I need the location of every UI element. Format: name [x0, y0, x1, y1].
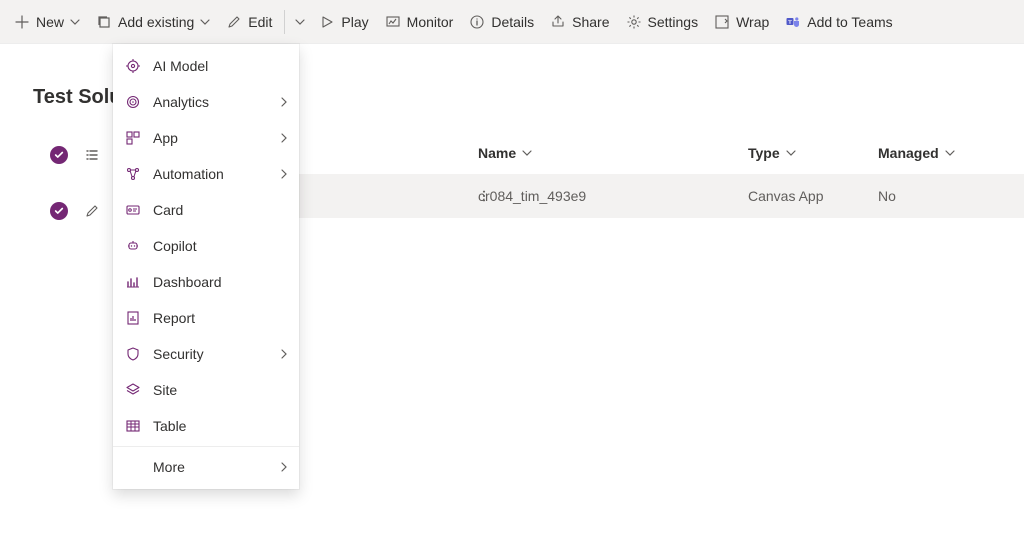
wrap-button[interactable]: Wrap — [706, 0, 777, 44]
info-icon — [469, 14, 485, 30]
settings-button[interactable]: Settings — [618, 0, 707, 44]
details-label: Details — [491, 14, 534, 30]
copilot-icon — [125, 238, 141, 254]
pencil-icon — [226, 14, 242, 30]
edit-button[interactable]: Edit — [218, 0, 280, 44]
menu-item-analytics[interactable]: Analytics — [113, 84, 299, 120]
share-label: Share — [572, 14, 609, 30]
menu-item-copilot[interactable]: Copilot — [113, 228, 299, 264]
plus-icon — [14, 14, 30, 30]
teams-icon: T — [785, 14, 801, 30]
chevron-right-icon — [279, 459, 289, 475]
cell-type: Canvas App — [748, 188, 824, 204]
menu-item-more[interactable]: More — [113, 449, 299, 485]
monitor-button[interactable]: Monitor — [377, 0, 462, 44]
toolbar-separator — [284, 10, 285, 34]
table-header: Name Type Managed — [298, 132, 1024, 174]
ai-model-icon — [125, 58, 141, 74]
play-icon — [319, 14, 335, 30]
report-icon — [125, 310, 141, 326]
chevron-down-icon — [945, 148, 955, 158]
cell-name: cr084_tim_493e9 — [478, 188, 586, 204]
command-bar: New Add existing Edit Play Monit — [0, 0, 1024, 44]
list-icon[interactable] — [84, 147, 100, 163]
analytics-icon — [125, 94, 141, 110]
add-existing-label: Add existing — [118, 14, 194, 30]
site-icon — [125, 382, 141, 398]
chevron-right-icon — [279, 94, 289, 110]
menu-item-automation[interactable]: Automation — [113, 156, 299, 192]
wrap-icon — [714, 14, 730, 30]
chevron-down-icon — [200, 17, 210, 27]
automation-icon — [125, 166, 141, 182]
card-icon — [125, 202, 141, 218]
menu-divider — [113, 446, 299, 447]
app-icon — [125, 130, 141, 146]
page-title: Test Solu — [33, 86, 122, 109]
menu-item-site[interactable]: Site — [113, 372, 299, 408]
menu-item-ai-model[interactable]: AI Model — [113, 48, 299, 84]
monitor-icon — [385, 14, 401, 30]
menu-item-table[interactable]: Table — [113, 408, 299, 444]
chevron-right-icon — [279, 130, 289, 146]
table-icon — [125, 418, 141, 434]
menu-item-security[interactable]: Security — [113, 336, 299, 372]
table-row[interactable]: cr084_tim_493e9 Canvas App No — [298, 174, 1024, 218]
objects-table: Name Type Managed cr084_tim_493e9 Canvas… — [298, 132, 1024, 218]
chevron-down-icon — [70, 17, 80, 27]
row-select-gutter — [50, 140, 100, 226]
edit-label: Edit — [248, 14, 272, 30]
add-to-teams-button[interactable]: T Add to Teams — [777, 0, 900, 44]
dashboard-icon — [125, 274, 141, 290]
add-to-teams-label: Add to Teams — [807, 14, 892, 30]
menu-item-card[interactable]: Card — [113, 192, 299, 228]
settings-label: Settings — [648, 14, 699, 30]
add-existing-button[interactable]: Add existing — [88, 0, 218, 44]
share-button[interactable]: Share — [542, 0, 617, 44]
row-more-button[interactable] — [476, 188, 492, 204]
menu-item-report[interactable]: Report — [113, 300, 299, 336]
chevron-down-icon — [295, 17, 305, 27]
menu-item-dashboard[interactable]: Dashboard — [113, 264, 299, 300]
new-button[interactable]: New — [6, 0, 88, 44]
new-dropdown-menu: AI Model Analytics App Automation Card C… — [113, 44, 299, 489]
more-vertical-icon — [477, 189, 491, 203]
gear-icon — [626, 14, 642, 30]
column-header-name[interactable]: Name — [478, 145, 748, 161]
row-check-icon[interactable] — [50, 202, 68, 220]
shield-icon — [125, 346, 141, 362]
cell-managed: No — [878, 188, 896, 204]
play-label: Play — [341, 14, 368, 30]
pencil-icon[interactable] — [84, 203, 100, 219]
wrap-label: Wrap — [736, 14, 769, 30]
monitor-label: Monitor — [407, 14, 454, 30]
chevron-right-icon — [279, 346, 289, 362]
svg-text:T: T — [788, 19, 792, 25]
play-button[interactable]: Play — [311, 0, 376, 44]
chevron-right-icon — [279, 166, 289, 182]
chevron-down-icon — [786, 148, 796, 158]
menu-item-app[interactable]: App — [113, 120, 299, 156]
column-header-type[interactable]: Type — [748, 145, 878, 161]
add-existing-icon — [96, 14, 112, 30]
share-icon — [550, 14, 566, 30]
select-all-check-icon[interactable] — [50, 146, 68, 164]
new-label: New — [36, 14, 64, 30]
edit-split-button[interactable] — [289, 0, 311, 44]
chevron-down-icon — [522, 148, 532, 158]
details-button[interactable]: Details — [461, 0, 542, 44]
column-header-managed[interactable]: Managed — [878, 145, 978, 161]
